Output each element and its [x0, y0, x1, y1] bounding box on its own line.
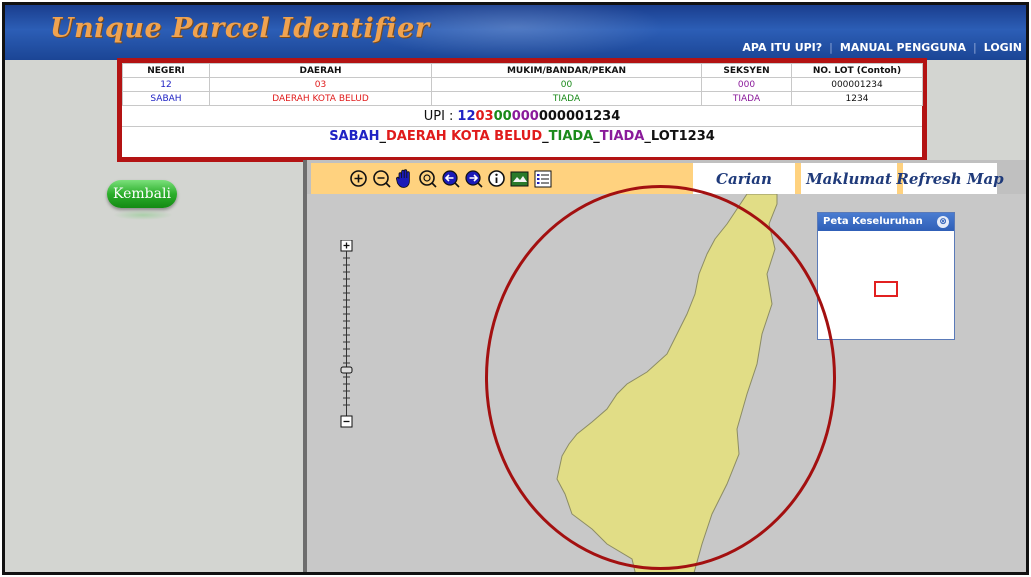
code-seksyen: 000 — [701, 77, 792, 92]
kembali-button-reflection — [113, 210, 173, 220]
overview-extent-box — [874, 281, 898, 297]
name-mukim: TIADA — [431, 91, 702, 106]
column-header-daerah: DAERAH — [209, 63, 432, 78]
nav-separator: | — [829, 41, 833, 54]
nav-apa-itu-upi[interactable]: APA ITU UPI? — [742, 41, 822, 54]
info-code-row: 12 03 00 000 000001234 — [122, 77, 923, 92]
info-name-row: SABAH DAERAH KOTA BELUD TIADA TIADA 1234 — [122, 91, 923, 106]
previous-extent-icon[interactable] — [441, 168, 460, 190]
map-tools — [311, 163, 687, 194]
nav-login[interactable]: LOGIN — [984, 41, 1022, 54]
info-header-row: NEGERI DAERAH MUKIM/BANDAR/PEKAN SEKSYEN… — [122, 63, 923, 78]
name-lot: 1234 — [791, 91, 923, 106]
legend-icon[interactable] — [533, 168, 552, 190]
tab-refresh-map[interactable]: Refresh Map — [896, 163, 1004, 194]
tab-carian[interactable]: Carian — [687, 163, 795, 194]
upi-label: UPI : — [423, 108, 454, 124]
nav-manual-pengguna[interactable]: MANUAL PENGGUNA — [840, 41, 966, 54]
name-seksyen: TIADA — [701, 91, 792, 106]
overview-title: Peta Keseluruhan — [823, 216, 923, 227]
code-mukim: 00 — [431, 77, 702, 92]
app-logo: Unique Parcel Identifier — [50, 13, 430, 44]
upi-name-seksyen: TIADA — [599, 129, 645, 144]
overview-map-window[interactable]: Peta Keseluruhan ⊗ — [817, 212, 955, 340]
next-extent-icon[interactable] — [464, 168, 483, 190]
layer-icon[interactable] — [510, 168, 529, 190]
code-daerah: 03 — [209, 77, 432, 92]
zoom-in-icon[interactable] — [349, 168, 368, 190]
name-daerah: DAERAH KOTA BELUD — [209, 91, 432, 106]
upi-part-negeri: 12 — [457, 108, 476, 124]
upi-part-mukim: 00 — [493, 108, 512, 124]
kembali-button[interactable]: Kembali — [107, 180, 177, 208]
map-panel: Carian Maklumat Refresh Map Peta Keselur… — [303, 160, 1026, 572]
page-header: Unique Parcel Identifier APA ITU UPI? | … — [5, 5, 1026, 60]
column-header-mukim: MUKIM/BANDAR/PEKAN — [431, 63, 702, 78]
code-lot: 000001234 — [791, 77, 923, 92]
map-toolbar: Carian Maklumat Refresh Map — [307, 160, 1026, 194]
tab-maklumat[interactable]: Maklumat — [795, 163, 897, 194]
upi-name-mukim: TIADA — [548, 129, 594, 144]
app-frame: Unique Parcel Identifier APA ITU UPI? | … — [2, 2, 1029, 575]
top-nav: APA ITU UPI? | MANUAL PENGGUNA | LOGIN — [742, 41, 1022, 54]
name-negeri: SABAH — [122, 91, 210, 106]
upi-name-lot: LOT1234 — [650, 129, 715, 144]
identify-icon[interactable] — [487, 168, 506, 190]
pan-hand-icon[interactable] — [395, 168, 414, 190]
zoom-extent-icon[interactable] — [418, 168, 437, 190]
zoom-slider[interactable] — [340, 239, 354, 430]
code-negeri: 12 — [122, 77, 210, 92]
upi-part-lot: 000001234 — [538, 108, 621, 124]
upi-part-daerah: 03 — [475, 108, 494, 124]
upi-name-daerah: DAERAH KOTA BELUD — [385, 129, 543, 144]
upi-code-row: UPI : 12 03 00 000 000001234 — [122, 106, 922, 127]
zoom-out-icon[interactable] — [372, 168, 391, 190]
upi-name-row: SABAH _ DAERAH KOTA BELUD _ TIADA _ TIADA _ LOT1… — [122, 127, 922, 146]
nav-separator: | — [972, 41, 977, 54]
overview-title-bar: Peta Keseluruhan ⊗ — [818, 213, 954, 231]
map-canvas[interactable]: Peta Keseluruhan ⊗ — [307, 194, 1026, 572]
upi-name-negeri: SABAH — [329, 129, 380, 144]
close-icon[interactable]: ⊗ — [937, 216, 949, 228]
column-header-seksyen: SEKSYEN — [701, 63, 792, 78]
upi-info-table: NEGERI DAERAH MUKIM/BANDAR/PEKAN SEKSYEN… — [122, 63, 923, 106]
parcel-land-area — [556, 194, 778, 572]
column-header-no-lot: NO. LOT (Contoh) — [791, 63, 923, 78]
upi-info-box: NEGERI DAERAH MUKIM/BANDAR/PEKAN SEKSYEN… — [117, 58, 927, 162]
upi-part-seksyen: 000 — [511, 108, 539, 124]
column-header-negeri: NEGERI — [122, 63, 210, 78]
